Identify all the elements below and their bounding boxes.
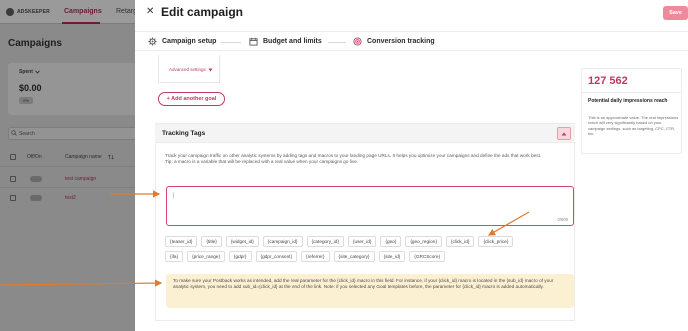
section-title: Tracking Tags (162, 130, 206, 137)
modal-title: Edit campaign (161, 5, 244, 19)
column-header-campaign-name[interactable]: Campaign name (65, 154, 102, 160)
column-header-off-on[interactable]: Off/On (27, 154, 42, 160)
macro-chip[interactable]: {gdpr} (228, 251, 252, 262)
tracking-description: Track your campaign traffic on other ana… (165, 153, 574, 166)
row-divider (0, 166, 135, 167)
macro-chip[interactable]: {geo} (380, 236, 402, 247)
search-placeholder: Search (19, 131, 35, 137)
macro-chip[interactable]: {GRCScore} (409, 251, 446, 262)
reach-title: Potential daily impressions reach (588, 98, 668, 104)
sort-icon[interactable] (108, 154, 114, 160)
step-conversion-tracking[interactable]: Conversion tracking (353, 37, 435, 46)
spent-label[interactable]: Spent (19, 69, 40, 75)
macro-chip[interactable]: {click_id} (445, 236, 475, 247)
chevron-up-icon (561, 132, 567, 135)
tab-retarg[interactable]: Retarg (116, 8, 137, 15)
macro-chip[interactable]: {referrer} (301, 251, 330, 262)
logo-icon (6, 8, 14, 16)
tracking-tags-input[interactable]: | 0/600 (166, 186, 574, 226)
tab-campaigns[interactable]: Campaigns (64, 8, 102, 15)
tip-text: Tip: a macro is a variable that will be … (165, 159, 359, 165)
row-toggle[interactable] (30, 195, 42, 201)
active-tab-indicator (62, 22, 100, 24)
macro-chip[interactable]: {teaser_id} (165, 236, 198, 247)
target-icon (353, 37, 362, 46)
reach-value: 127 562 (588, 75, 628, 87)
row-checkbox[interactable] (10, 195, 16, 201)
character-counter: 0/600 (557, 217, 568, 222)
macro-chip[interactable]: {click_price} (478, 236, 514, 247)
description-text: Track your campaign traffic on other ana… (165, 153, 542, 158)
macro-chip[interactable]: {campaign_id} (262, 236, 303, 247)
close-icon[interactable]: ✕ (146, 6, 154, 17)
macro-chip[interactable]: {category_id} (306, 236, 344, 247)
step-budget-limits[interactable]: Budget and limits (249, 37, 322, 46)
macro-chip[interactable]: {title} (201, 236, 222, 247)
postback-note: To make sure your Postback works as inte… (166, 274, 574, 308)
macro-chip[interactable]: {price_range} (187, 251, 225, 262)
macro-list: {teaser_id} {title} {widget_id} {campaig… (165, 236, 575, 266)
step-navigation: Campaign setup Budget and limits Convers… (135, 31, 688, 51)
divider (582, 92, 681, 93)
edit-campaign-modal: ✕ Edit campaign Save Campaign setup Budg… (135, 0, 688, 331)
spent-label-text: Spent (19, 69, 33, 75)
step-campaign-setup[interactable]: Campaign setup (148, 37, 216, 46)
macro-chip[interactable]: {gdpr_consent} (255, 251, 298, 262)
macro-chip[interactable]: {geo_region} (405, 236, 442, 247)
step-label: Budget and limits (263, 38, 322, 45)
text-caret: | (173, 193, 175, 199)
spent-percent-badge: 0% (19, 97, 33, 104)
row-toggle[interactable] (30, 176, 42, 182)
advanced-settings-link[interactable]: Advanced settings (169, 67, 213, 72)
step-connector (328, 42, 346, 43)
reach-card: 127 562 Potential daily impressions reac… (581, 68, 682, 154)
calendar-icon (249, 37, 258, 46)
select-all-checkbox[interactable] (10, 154, 16, 160)
logo-text: ADSKEEPER (17, 9, 50, 15)
step-connector (221, 42, 241, 43)
reach-description: This is an approximate value. The real i… (588, 115, 679, 137)
search-icon (11, 130, 17, 136)
step-label: Campaign setup (162, 38, 217, 45)
macro-row: {ifa} {price_range} {gdpr} {gdpr_consent… (165, 251, 575, 262)
chevron-down-icon (208, 68, 213, 71)
advanced-settings-label: Advanced settings (169, 67, 206, 72)
campaign-link[interactable]: test campaign (65, 176, 96, 182)
tracking-tags-body: Track your campaign traffic on other ana… (155, 143, 575, 321)
add-goal-button[interactable]: + Add another goal (158, 92, 225, 106)
form-content: Advanced settings + Add another goal Tra… (148, 55, 575, 331)
page-title: Campaigns (8, 38, 62, 49)
campaign-link[interactable]: test2 (65, 195, 76, 201)
macro-chip[interactable]: {user_id} (347, 236, 377, 247)
macro-row: {teaser_id} {title} {widget_id} {campaig… (165, 236, 575, 247)
macro-chip[interactable]: {widget_id} (225, 236, 259, 247)
spent-value: $0.00 (19, 83, 42, 93)
macro-chip[interactable]: {site_category} (333, 251, 375, 262)
chevron-down-icon (35, 70, 40, 74)
modal-header: ✕ Edit campaign Save (135, 0, 688, 27)
save-button[interactable]: Save (663, 6, 688, 20)
collapse-button[interactable] (557, 127, 571, 140)
logo: ADSKEEPER (6, 8, 50, 16)
tracking-tags-header[interactable]: Tracking Tags (155, 123, 575, 143)
gear-icon (148, 37, 157, 46)
macro-chip[interactable]: {ifa} (165, 251, 184, 262)
row-divider (0, 187, 135, 188)
macro-chip[interactable]: {site_id} (378, 251, 406, 262)
row-checkbox[interactable] (10, 176, 16, 182)
step-label: Conversion tracking (367, 38, 435, 45)
